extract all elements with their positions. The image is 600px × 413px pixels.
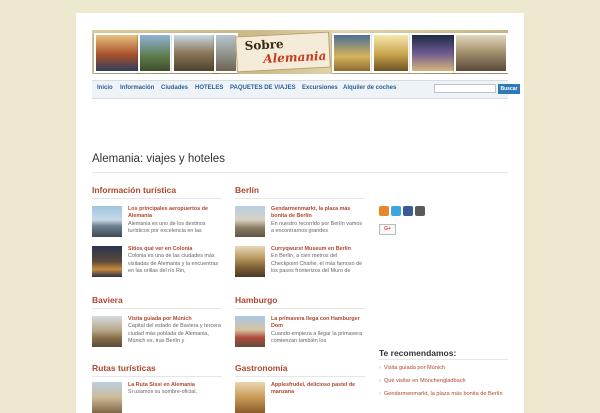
divider xyxy=(235,198,365,199)
post-thumbnail[interactable] xyxy=(235,382,265,413)
divider xyxy=(379,359,508,360)
banner-photo xyxy=(372,33,410,73)
section-title-rutas[interactable]: Rutas turísticas xyxy=(92,363,156,373)
recommend-link[interactable]: Gendarmenmarkt, la plaza más bonita de B… xyxy=(384,391,503,397)
nav-item-paquetes[interactable]: PAQUETES DE VIAJES xyxy=(230,85,296,91)
post-excerpt: Si usamos su sombre-oficial, xyxy=(128,389,197,396)
arrow-icon: › xyxy=(379,391,381,397)
divider xyxy=(92,172,508,173)
post-thumbnail[interactable] xyxy=(92,246,122,277)
section-title-baviera[interactable]: Baviera xyxy=(92,295,123,305)
rss-icon[interactable] xyxy=(379,206,389,216)
divider xyxy=(235,308,365,309)
section-title-gastronomia[interactable]: Gastronomía xyxy=(235,363,287,373)
post-excerpt: Capital del estado de Baviera y tercera … xyxy=(128,323,221,344)
banner-photo xyxy=(454,33,508,73)
section-title-hamburgo[interactable]: Hamburgo xyxy=(235,295,278,305)
banner-photo xyxy=(94,33,140,73)
post-excerpt: En nuestro recorrido por Berlín vamos a … xyxy=(271,220,363,234)
post-title[interactable]: Sitios qué ver en Colonia xyxy=(128,246,222,253)
divider xyxy=(92,198,222,199)
list-item: Applesfrudel, delicioso pastel de manzan… xyxy=(235,382,365,413)
nav-item-informacion[interactable]: Información xyxy=(120,85,154,91)
nav-item-ciudades[interactable]: Ciudades xyxy=(161,85,188,91)
logo-line2: Alemania xyxy=(262,48,327,67)
section-title-berlin[interactable]: Berlín xyxy=(235,185,259,195)
list-item: La primavera llega con Hamburger Dom Cua… xyxy=(235,316,365,356)
recommend-title: Te recomendamos: xyxy=(379,348,457,358)
page-title: Alemania: viajes y hoteles xyxy=(92,153,225,165)
post-thumbnail[interactable] xyxy=(92,382,122,413)
banner-photo xyxy=(332,33,372,73)
post-excerpt: Alemania es uno de los destinos turístic… xyxy=(128,220,206,234)
page-container: Sobre Alemania Inicio Información Ciudad… xyxy=(76,13,524,413)
divider xyxy=(235,376,365,377)
section-title-informacion[interactable]: Información turística xyxy=(92,185,176,195)
post-title[interactable]: Gendarmenmarkt, la plaza más bonita de B… xyxy=(271,206,365,221)
post-excerpt: Colonia es una de las ciudades más visit… xyxy=(128,253,219,274)
list-item: Gendarmenmarkt, la plaza más bonita de B… xyxy=(235,206,365,238)
arrow-icon: › xyxy=(379,365,381,371)
post-excerpt: En Berlín, a cien metros del Checkpoint … xyxy=(271,253,363,274)
post-title[interactable]: Curryqwurst Museum en Berlín xyxy=(271,246,365,253)
post-title[interactable]: Los principales aeropuertos de Alemania xyxy=(128,206,222,221)
post-title[interactable]: Visita guiada por Múnich xyxy=(128,316,222,323)
post-thumbnail[interactable] xyxy=(235,246,265,277)
post-thumbnail[interactable] xyxy=(92,316,122,347)
post-thumbnail[interactable] xyxy=(235,206,265,237)
site-logo[interactable]: Sobre Alemania xyxy=(235,31,331,73)
list-item: Visita guiada por Múnich Capital del est… xyxy=(92,316,222,356)
post-title[interactable]: La Ruta Sissi en Alemania xyxy=(128,382,222,389)
nav-item-excursiones[interactable]: Excursiones xyxy=(302,85,338,91)
nav-item-inicio[interactable]: Inicio xyxy=(97,85,113,91)
recommend-link[interactable]: Qué visitar en Mönchengladbach xyxy=(384,378,466,384)
search-button[interactable]: Buscar xyxy=(498,84,520,94)
post-thumbnail[interactable] xyxy=(92,206,122,237)
search-input[interactable] xyxy=(434,84,496,93)
list-item: Los principales aeropuertos de Alemania … xyxy=(92,206,222,238)
recommend-item[interactable]: › Visita guiada por Múnich xyxy=(379,365,445,371)
header-banner[interactable]: Sobre Alemania xyxy=(92,30,508,74)
divider xyxy=(92,308,222,309)
post-thumbnail[interactable] xyxy=(235,316,265,347)
post-excerpt: Cuando empieza a llegar la primavera com… xyxy=(271,330,363,344)
googleplus-icon[interactable] xyxy=(415,206,425,216)
post-title[interactable]: La primavera llega con Hamburger Dom xyxy=(271,316,365,331)
recommend-item[interactable]: › Gendarmenmarkt, la plaza más bonita de … xyxy=(379,391,503,397)
recommend-link[interactable]: Visita guiada por Múnich xyxy=(384,365,445,371)
twitter-icon[interactable] xyxy=(391,206,401,216)
recommend-item[interactable]: › Qué visitar en Mönchengladbach xyxy=(379,378,466,384)
banner-photo xyxy=(138,33,172,73)
post-title[interactable]: Applesfrudel, delicioso pastel de manzan… xyxy=(271,382,365,397)
list-item: Sitios qué ver en Colonia Colonia es una… xyxy=(92,246,222,286)
facebook-icon[interactable] xyxy=(403,206,413,216)
divider xyxy=(92,376,222,377)
googleplus-button[interactable]: G+ xyxy=(379,224,396,235)
main-nav: Inicio Información Ciudades HOTELES PAQU… xyxy=(92,80,520,99)
list-item: La Ruta Sissi en Alemania Si usamos su s… xyxy=(92,382,222,413)
list-item: Curryqwurst Museum en Berlín En Berlín, … xyxy=(235,246,365,286)
arrow-icon: › xyxy=(379,378,381,384)
nav-item-hoteles[interactable]: HOTELES xyxy=(195,85,223,91)
banner-photo xyxy=(410,33,456,73)
nav-item-alquiler[interactable]: Alquiler de coches xyxy=(343,85,396,91)
banner-photo xyxy=(172,33,218,73)
